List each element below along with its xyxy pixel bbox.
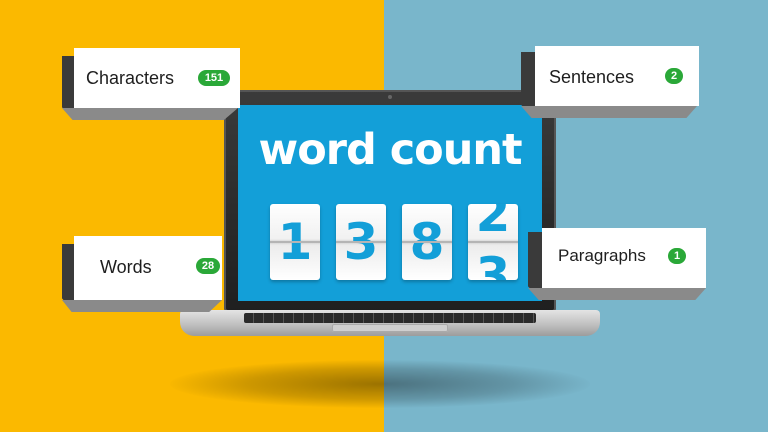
characters-label: Characters <box>86 68 175 88</box>
paragraphs-card-edge <box>528 288 706 300</box>
counter-digit-outgoing: 2 <box>475 204 511 243</box>
screen-title: word count <box>258 125 522 175</box>
counter-digit: 1 <box>270 204 320 280</box>
laptop-shadow <box>170 360 590 408</box>
flip-divider <box>270 241 320 243</box>
words-card-edge <box>62 300 222 312</box>
counter-digit-flipping: 2 3 <box>468 204 518 280</box>
flip-divider <box>336 241 386 243</box>
sentences-card-edge <box>521 106 697 118</box>
trackpad <box>332 324 448 332</box>
flip-divider <box>468 241 518 243</box>
words-count-badge: 28 <box>196 258 220 274</box>
sentences-label: Sentences <box>549 67 635 87</box>
words-label: Words <box>100 257 152 277</box>
paragraphs-card: Paragraphs 1 <box>542 228 706 288</box>
words-card: Words 28 <box>74 236 222 300</box>
paragraphs-label: Paragraphs <box>558 246 646 265</box>
sentences-card: Sentences 2 <box>535 46 699 106</box>
keyboard <box>244 313 536 323</box>
flip-divider <box>402 241 452 243</box>
paragraphs-count-badge: 1 <box>668 248 686 264</box>
webcam-icon <box>388 95 392 99</box>
counter-digit: 8 <box>402 204 452 280</box>
characters-card-edge <box>62 108 238 120</box>
counter-digit: 3 <box>336 204 386 280</box>
counter-digit-incoming: 3 <box>475 247 511 280</box>
characters-count-badge: 151 <box>198 70 230 86</box>
sentences-count-badge: 2 <box>665 68 683 84</box>
characters-card: Characters 151 <box>74 48 240 108</box>
